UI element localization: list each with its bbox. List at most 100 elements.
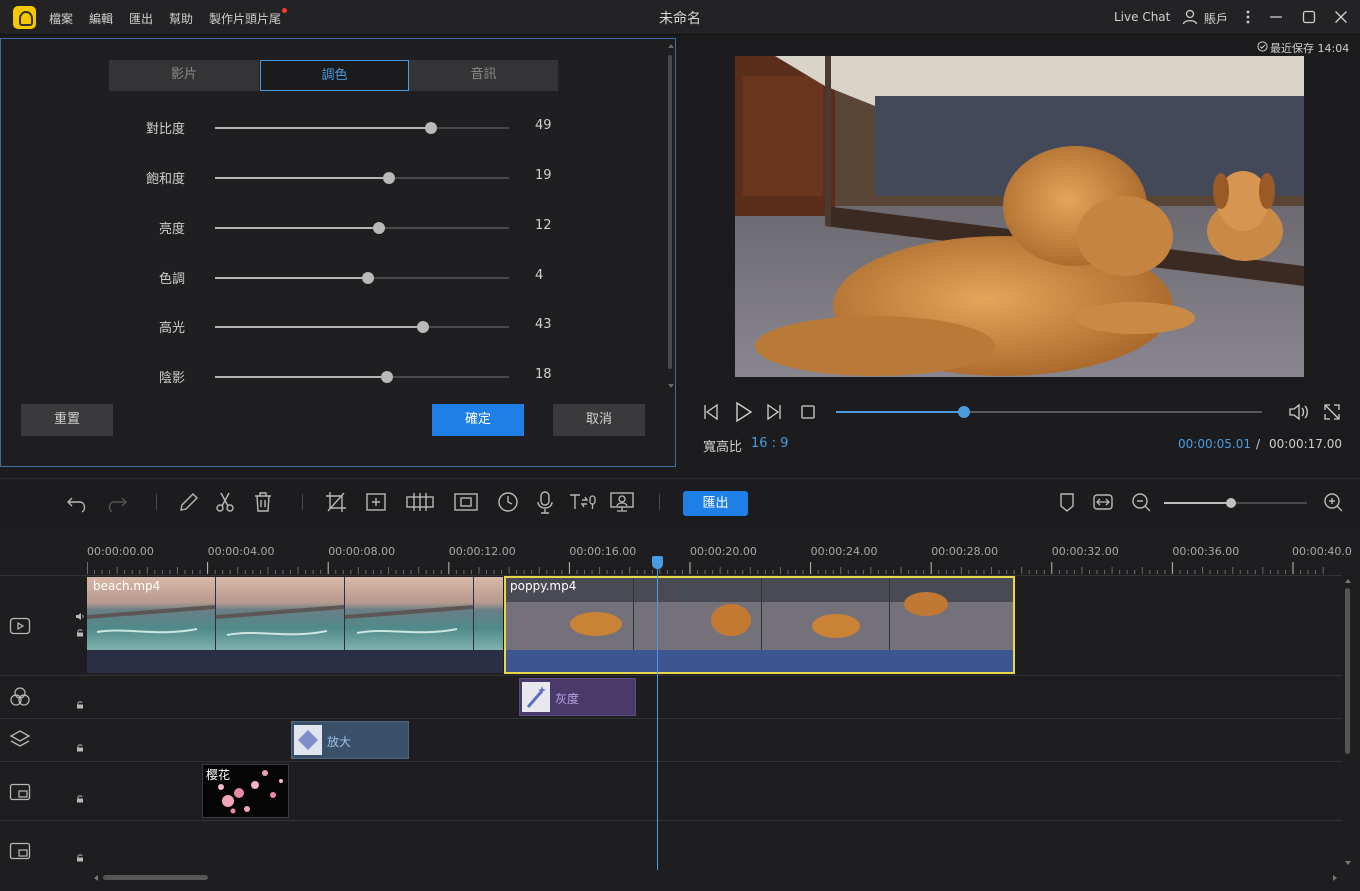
stop-icon[interactable] [800, 404, 816, 420]
scroll-up-icon[interactable] [1344, 578, 1352, 584]
slider-knob[interactable] [416, 321, 429, 333]
magic-wand-icon [522, 682, 550, 712]
ruler-tick-label: 00:00:24.00 [810, 545, 878, 558]
playhead[interactable] [651, 556, 663, 870]
freeze-frame-icon[interactable] [453, 490, 479, 514]
close-icon[interactable] [1333, 9, 1349, 25]
screen-record-icon[interactable] [609, 490, 635, 514]
lock-icon[interactable] [76, 854, 84, 862]
puppy-frame-image [735, 56, 1304, 377]
slider-fill [215, 127, 432, 129]
app-logo-icon [13, 6, 36, 29]
adjust-slider[interactable] [215, 122, 509, 134]
scroll-down-icon[interactable] [1344, 860, 1352, 866]
timeline-horizontal-scrollbar[interactable] [103, 875, 208, 880]
fullscreen-icon[interactable] [1323, 403, 1341, 421]
edit-toolbar [0, 478, 1360, 530]
adjust-slider[interactable] [215, 272, 509, 284]
pip-clip-sakura[interactable]: 樱花 [202, 764, 289, 818]
overlay-clip-zoom[interactable]: 放大 [291, 721, 409, 759]
menu-edit[interactable]: 編輯 [89, 10, 113, 27]
account-link[interactable]: 賬戶 [1204, 10, 1228, 27]
scroll-left-icon[interactable] [93, 874, 99, 882]
tab-video[interactable]: 影片 [109, 60, 259, 91]
scroll-up-icon[interactable] [667, 43, 675, 49]
slider-fill [215, 376, 387, 378]
timeline-zoom-slider[interactable] [1164, 498, 1307, 508]
pencil-icon[interactable] [177, 490, 199, 514]
aspect-ratio-value[interactable]: 16 : 9 [751, 436, 788, 451]
slider-knob[interactable] [380, 371, 393, 383]
live-chat-link[interactable]: Live Chat [1114, 10, 1170, 24]
pip-track-icon [9, 842, 31, 860]
menu-intro-outro[interactable]: 製作片頭片尾 [209, 10, 281, 27]
panel-scrollbar[interactable] [668, 55, 672, 369]
overlay-track-icon [9, 730, 31, 747]
slider-value: 18 [535, 367, 552, 382]
play-icon[interactable] [733, 401, 753, 423]
time-separator: / [1256, 437, 1261, 451]
menu-help[interactable]: 幫助 [169, 10, 193, 27]
delete-icon[interactable] [252, 490, 274, 514]
track-volume-icon[interactable] [75, 612, 85, 621]
scissors-icon[interactable] [214, 490, 236, 514]
slider-value: 19 [535, 168, 552, 183]
ok-button[interactable]: 確定 [432, 404, 524, 436]
slider-knob[interactable] [373, 222, 386, 234]
ruler-tick-label: 00:00:00.00 [87, 545, 154, 558]
next-frame-icon[interactable] [764, 403, 784, 421]
slider-label: 色調 [158, 272, 185, 287]
text-to-speech-icon[interactable] [568, 490, 598, 514]
minimize-icon[interactable] [1268, 9, 1284, 25]
adjust-slider[interactable] [215, 172, 509, 184]
slider-knob[interactable] [361, 272, 374, 284]
duration-icon[interactable] [497, 490, 519, 514]
lock-icon[interactable] [76, 744, 84, 752]
ruler-tick-label: 00:00:16.00 [569, 545, 637, 558]
scroll-right-icon[interactable] [1332, 874, 1338, 882]
ruler-tick-label: 00:00:08.00 [328, 545, 396, 558]
playback-progress[interactable] [836, 406, 1262, 418]
menu-file[interactable]: 檔案 [49, 10, 73, 27]
crop-icon[interactable] [325, 490, 347, 514]
filter-clip-grayscale[interactable]: 灰度 [519, 678, 636, 716]
more-icon[interactable] [1240, 9, 1256, 25]
zoom-out-icon[interactable] [1130, 490, 1152, 514]
user-icon[interactable] [1182, 9, 1198, 25]
timeline-vertical-scrollbar[interactable] [1345, 588, 1350, 754]
cancel-button[interactable]: 取消 [553, 404, 645, 436]
time-ruler[interactable]: 00:00:00.00 00:00:04.00 00:00:08.00 00:00:1… [87, 540, 1352, 574]
lock-icon[interactable] [76, 701, 84, 709]
export-button[interactable]: 匯出 [683, 491, 748, 516]
lock-icon[interactable] [76, 629, 84, 637]
zoom-frame-icon[interactable] [365, 490, 387, 514]
adjust-slider[interactable] [215, 222, 509, 234]
redo-icon[interactable] [106, 490, 128, 514]
marker-icon[interactable] [1056, 490, 1078, 514]
lock-icon[interactable] [76, 795, 84, 803]
microphone-icon[interactable] [534, 490, 556, 514]
volume-icon[interactable] [1288, 403, 1310, 421]
slider-knob[interactable] [383, 172, 396, 184]
video-clip-poppy[interactable] [504, 576, 1015, 674]
prev-frame-icon[interactable] [701, 403, 721, 421]
tab-audio[interactable]: 音訊 [409, 60, 558, 91]
fit-timeline-icon[interactable] [1092, 490, 1114, 514]
toolbar-divider [302, 494, 303, 510]
clip-name-poppy: poppy.mp4 [510, 579, 577, 593]
slider-knob[interactable] [425, 122, 438, 134]
scroll-down-icon[interactable] [667, 383, 675, 389]
overlay-clip-label: 放大 [327, 735, 352, 749]
tab-color[interactable]: 調色 [260, 60, 409, 91]
zoom-in-icon[interactable] [1322, 490, 1344, 514]
mosaic-icon[interactable] [405, 490, 435, 514]
maximize-icon[interactable] [1301, 9, 1317, 25]
adjust-slider[interactable] [215, 321, 509, 333]
reset-button[interactable]: 重置 [21, 404, 113, 436]
menu-export[interactable]: 匯出 [129, 10, 153, 27]
slider-fill [215, 277, 368, 279]
ruler-tick-label: 00:00:36.00 [1172, 545, 1240, 558]
filter-clip-label: 灰度 [555, 692, 580, 706]
adjust-slider[interactable] [215, 371, 509, 383]
undo-icon[interactable] [66, 490, 88, 514]
